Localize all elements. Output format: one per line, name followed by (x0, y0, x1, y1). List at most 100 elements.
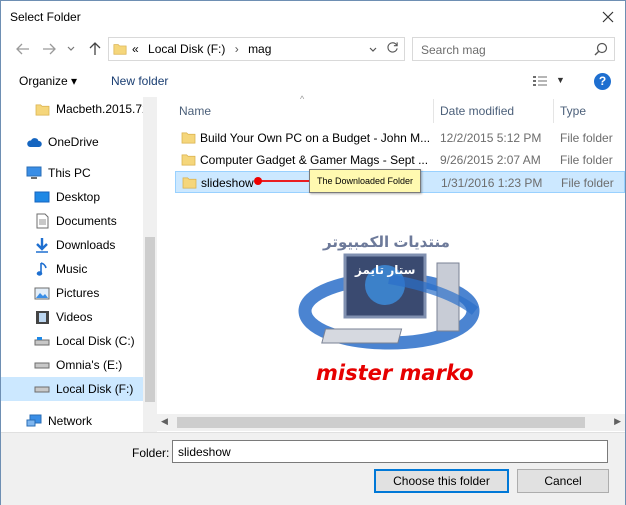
nav-item-label: Documents (56, 214, 117, 228)
folder-icon (181, 154, 196, 166)
nav-item-documents[interactable]: Documents (1, 209, 143, 233)
new-folder-button[interactable]: New folder (111, 74, 168, 88)
nav-item-onedrive[interactable]: OneDrive (1, 130, 143, 154)
breadcrumb: « Local Disk (F:) › mag (132, 42, 271, 56)
chevron-down-icon (67, 46, 75, 51)
folder-icon (181, 132, 196, 144)
column-header-type[interactable]: Type (560, 97, 586, 125)
nav-item-label: Macbeth.2015.720p (56, 102, 143, 116)
details-view-icon[interactable] (532, 75, 548, 89)
nav-item-label: Downloads (56, 238, 116, 252)
watermark-signature: mister marko (316, 361, 474, 385)
search-input[interactable]: Search mag (421, 43, 486, 57)
nav-item-desktop[interactable]: Desktop (1, 185, 143, 209)
file-date: 12/2/2015 5:12 PM (440, 131, 542, 145)
column-header-name[interactable]: Name (179, 97, 211, 125)
file-name: Computer Gadget & Gamer Mags - Sept ... (200, 153, 429, 167)
drive-icon (34, 381, 50, 397)
window-title: Select Folder (10, 10, 81, 24)
arrow-left-icon (16, 43, 29, 55)
nav-item-label: This PC (48, 166, 91, 180)
column-header-date[interactable]: Date modified (440, 97, 514, 125)
address-bar[interactable]: « Local Disk (F:) › mag (108, 37, 405, 61)
nav-scrollbar[interactable] (143, 97, 157, 432)
title-bar: Select Folder (1, 1, 625, 32)
address-row: « Local Disk (F:) › mag Search mag (1, 32, 625, 66)
watermark-logo-text: ستار تايمز (355, 263, 416, 277)
documents-icon (34, 213, 50, 229)
nav-item-omnias-e[interactable]: Omnia's (E:) (1, 353, 143, 377)
breadcrumb-item-local-disk-f[interactable]: Local Disk (F:) (148, 42, 225, 56)
close-button[interactable] (591, 1, 625, 32)
recent-locations-button[interactable] (63, 41, 79, 57)
arrow-right-icon (43, 43, 56, 55)
nav-item-label: Local Disk (C:) (56, 334, 135, 348)
list-item[interactable]: Build Your Own PC on a Budget - John M..… (175, 127, 625, 149)
select-folder-dialog: Select Folder « Local Disk (F:) › mag Se… (0, 0, 626, 505)
nav-item-local-disk-c[interactable]: Local Disk (C:) (1, 329, 143, 353)
column-divider[interactable] (433, 99, 434, 123)
nav-item-label: Pictures (56, 286, 100, 300)
file-date: 1/31/2016 1:23 PM (441, 176, 543, 190)
nav-scrollbar-thumb[interactable] (145, 237, 155, 402)
nav-item-music[interactable]: Music (1, 257, 143, 281)
nav-item-label: Videos (56, 310, 93, 324)
folder-icon (34, 101, 50, 117)
cancel-button[interactable]: Cancel (517, 469, 609, 493)
nav-item-this-pc[interactable]: This PC (1, 161, 143, 185)
folder-icon (182, 177, 197, 189)
refresh-icon (386, 42, 398, 53)
download-icon (34, 237, 50, 253)
pictures-icon (34, 285, 50, 301)
nav-item-label: OneDrive (48, 135, 99, 149)
breadcrumb-overflow[interactable]: « (132, 42, 139, 56)
nav-item-label: Omnia's (E:) (56, 358, 123, 372)
search-box[interactable]: Search mag (412, 37, 615, 61)
videos-icon (34, 309, 50, 325)
cloud-icon (26, 134, 42, 150)
nav-item-local-disk-f[interactable]: Local Disk (F:) (1, 377, 143, 401)
organize-button[interactable]: Organize ▾ (19, 74, 77, 88)
folder-label: Folder: (132, 446, 170, 460)
help-button[interactable]: ? (594, 73, 611, 90)
file-type: File folder (561, 176, 614, 190)
column-divider[interactable] (553, 99, 554, 123)
nav-item-macbeth[interactable]: Macbeth.2015.720p (1, 97, 143, 121)
scroll-right-icon[interactable]: ▶ (614, 416, 621, 427)
horizontal-scrollbar[interactable]: ◀ ▶ (157, 414, 625, 431)
file-type: File folder (560, 153, 613, 167)
nav-item-label: Desktop (56, 190, 101, 204)
back-button[interactable] (15, 41, 31, 57)
scroll-left-icon[interactable]: ◀ (161, 416, 168, 427)
file-name: Build Your Own PC on a Budget - John M..… (200, 131, 431, 145)
command-bar: Organize ▾ New folder ▼ ? (1, 66, 625, 97)
choose-folder-button[interactable]: Choose this folder (374, 469, 509, 493)
up-button[interactable] (87, 41, 103, 57)
nav-item-downloads[interactable]: Downloads (1, 233, 143, 257)
annotation-callout: The Downloaded Folder (309, 169, 421, 193)
search-icon (594, 42, 608, 56)
music-icon (34, 261, 50, 277)
close-icon (602, 11, 614, 22)
arrow-up-icon (89, 42, 101, 55)
nav-item-label: Network (48, 414, 93, 428)
chevron-down-icon[interactable] (369, 47, 377, 53)
computer-icon (26, 165, 42, 181)
folder-input[interactable] (172, 440, 608, 463)
navigation-pane: Macbeth.2015.720p OneDrive This PC Deskt… (1, 97, 157, 432)
forward-button[interactable] (41, 41, 57, 57)
nav-item-videos[interactable]: Videos (1, 305, 143, 329)
nav-item-pictures[interactable]: Pictures (1, 281, 143, 305)
view-options-button[interactable]: ▼ (556, 75, 565, 85)
breadcrumb-separator-icon[interactable]: › (235, 42, 239, 56)
desktop-icon (34, 189, 50, 205)
file-list: ^ Name Date modified Type Build Your Own… (157, 94, 625, 432)
sort-ascending-icon: ^ (300, 94, 305, 104)
nav-item-network[interactable]: Network (1, 409, 143, 432)
refresh-button[interactable] (384, 41, 400, 57)
nav-item-label: Local Disk (F:) (56, 382, 134, 396)
list-item[interactable]: Computer Gadget & Gamer Mags - Sept ... … (175, 149, 625, 171)
dialog-footer: Folder: Choose this folder Cancel (1, 432, 625, 505)
horizontal-scrollbar-thumb[interactable] (177, 417, 585, 428)
breadcrumb-item-mag[interactable]: mag (248, 42, 271, 56)
